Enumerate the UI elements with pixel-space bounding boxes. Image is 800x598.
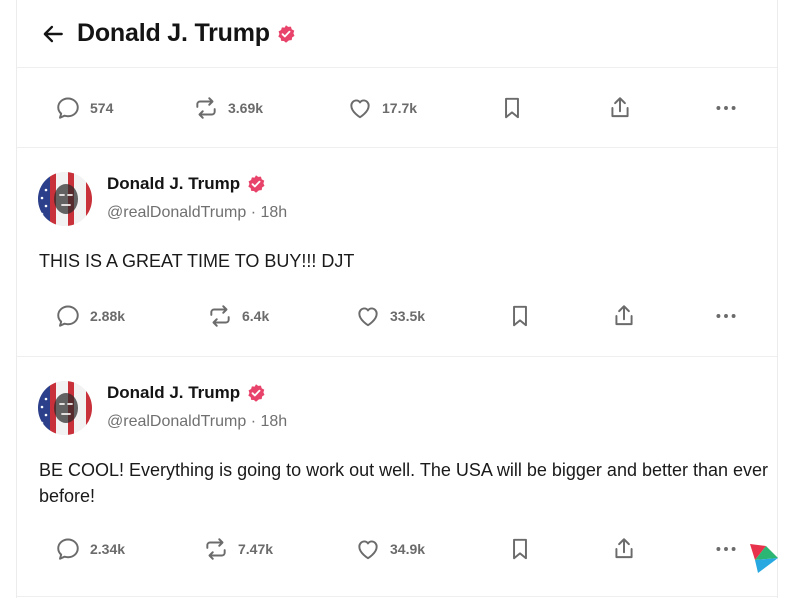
post[interactable]: Donald J. Trump @realDonaldTrump · 18h T… (17, 148, 777, 357)
more-icon (713, 95, 739, 121)
reply-icon (55, 303, 81, 329)
share-button[interactable] (607, 88, 633, 128)
author-name: Donald J. Trump (107, 383, 241, 402)
repost-count: 3.69k (228, 100, 264, 116)
bookmark-icon (507, 536, 533, 562)
post-author[interactable]: Donald J. Trump (107, 174, 266, 194)
reply-button[interactable]: 574 (55, 88, 113, 128)
action-bar: 574 3.69k 17.7k (17, 88, 777, 128)
repost-icon (207, 303, 233, 329)
post-handle-time: @realDonaldTrump · 18h (107, 204, 288, 221)
post-text: BE COOL! Everything is going to work out… (39, 460, 769, 506)
post-text: THIS IS A GREAT TIME TO BUY!!! DJT (39, 251, 355, 271)
share-button[interactable] (611, 529, 637, 569)
more-icon (713, 303, 739, 329)
author-name: Donald J. Trump (107, 174, 241, 193)
share-icon (611, 303, 637, 329)
bookmark-icon (499, 95, 525, 121)
more-icon (713, 536, 739, 562)
repost-icon (203, 536, 229, 562)
like-icon (355, 536, 381, 562)
more-button[interactable] (713, 88, 739, 128)
verified-badge-icon (246, 383, 266, 403)
reply-icon (55, 536, 81, 562)
more-button[interactable] (713, 529, 739, 569)
feed: Donald J. Trump 574 3.69k 17.7k Donald J… (16, 0, 778, 598)
share-button[interactable] (611, 296, 637, 336)
reply-count: 2.34k (90, 541, 126, 557)
reply-button[interactable]: 2.88k (55, 296, 125, 336)
share-icon (607, 95, 633, 121)
reply-icon (55, 95, 81, 121)
repost-button[interactable]: 7.47k (203, 529, 273, 569)
back-arrow-icon (43, 25, 63, 42)
share-icon (611, 536, 637, 562)
page-title: Donald J. Trump (77, 19, 270, 47)
verified-badge-icon (276, 24, 296, 44)
post-author[interactable]: Donald J. Trump (107, 383, 266, 403)
post-handle-time: @realDonaldTrump · 18h (107, 413, 288, 430)
avatar[interactable] (38, 172, 92, 226)
repost-count: 7.47k (238, 541, 274, 557)
like-count: 33.5k (390, 308, 426, 324)
like-count: 34.9k (390, 541, 426, 557)
more-button[interactable] (713, 296, 739, 336)
avatar[interactable] (38, 381, 92, 435)
watermark-logo-icon (750, 544, 778, 573)
post[interactable]: Donald J. Trump @realDonaldTrump · 18h B… (17, 357, 777, 597)
repost-button[interactable]: 6.4k (207, 296, 269, 336)
reply-button[interactable]: 2.34k (55, 529, 125, 569)
bookmark-button[interactable] (499, 88, 525, 128)
reply-count: 574 (90, 100, 114, 116)
top-post-actions: 574 3.69k 17.7k (17, 68, 777, 148)
like-count: 17.7k (382, 100, 418, 116)
like-button[interactable]: 33.5k (355, 296, 425, 336)
repost-button[interactable]: 3.69k (193, 88, 263, 128)
like-button[interactable]: 34.9k (355, 529, 425, 569)
bookmark-button[interactable] (507, 296, 533, 336)
like-icon (355, 303, 381, 329)
repost-count: 6.4k (242, 308, 270, 324)
bookmark-icon (507, 303, 533, 329)
back-button[interactable] (39, 20, 67, 48)
reply-count: 2.88k (90, 308, 126, 324)
action-bar: 2.88k 6.4k 33.5k (17, 296, 777, 336)
like-button[interactable]: 17.7k (347, 88, 417, 128)
profile-header: Donald J. Trump (17, 0, 777, 68)
repost-icon (193, 95, 219, 121)
verified-badge-icon (246, 174, 266, 194)
action-bar: 2.34k 7.47k 34.9k (17, 529, 777, 569)
like-icon (347, 95, 373, 121)
bookmark-button[interactable] (507, 529, 533, 569)
